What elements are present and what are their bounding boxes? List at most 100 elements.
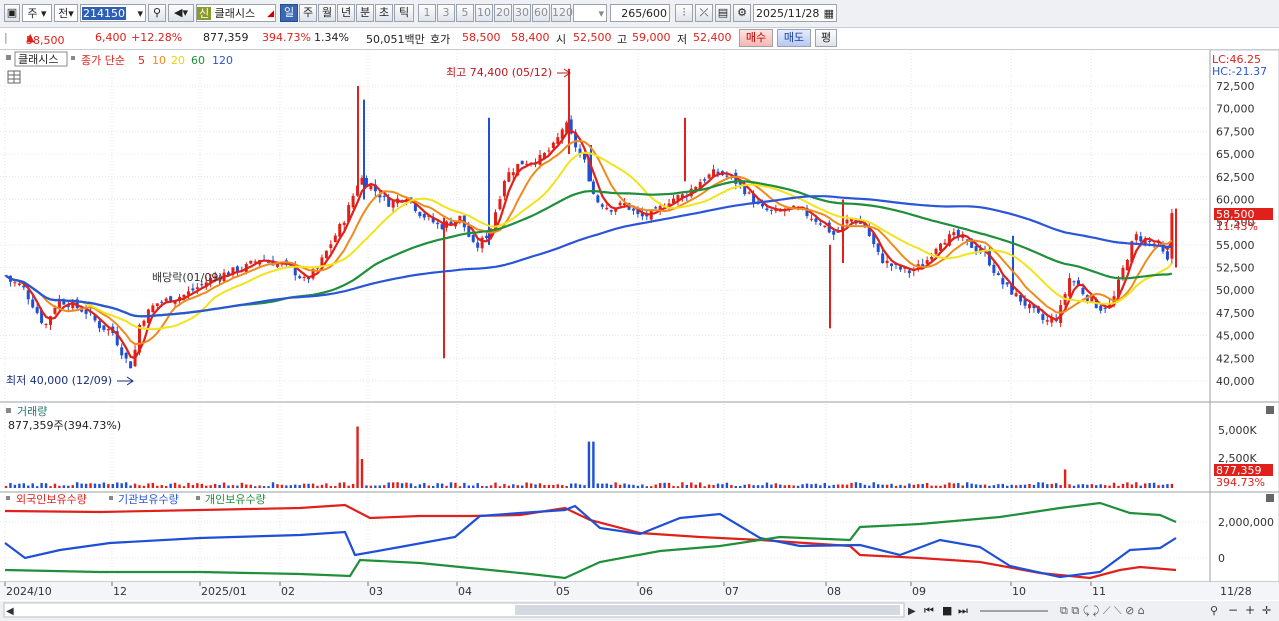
interval-5[interactable]: 5 bbox=[456, 4, 474, 22]
zoom-in-icon[interactable]: + bbox=[1245, 603, 1255, 617]
window-icon[interactable]: ▣ bbox=[4, 4, 20, 22]
candle-body bbox=[605, 207, 609, 210]
volume-bar bbox=[792, 485, 795, 488]
volume-bar bbox=[218, 484, 221, 488]
scroll-thumb[interactable] bbox=[515, 605, 900, 615]
date-field[interactable]: 2025/11/28 ▦ bbox=[753, 4, 837, 22]
price-tick: 52,500 bbox=[1216, 262, 1255, 275]
volume-current-pct: 394.73% bbox=[1216, 476, 1265, 489]
forward-icon[interactable]: ⏭ bbox=[958, 604, 968, 617]
volume-bar bbox=[213, 483, 217, 488]
legend-institution[interactable]: 기관보유수량 bbox=[118, 493, 179, 506]
volume-bar bbox=[823, 482, 826, 488]
candle-body bbox=[1165, 251, 1169, 260]
eval-button[interactable]: 평 bbox=[815, 29, 837, 47]
buy-button[interactable]: 매수 bbox=[739, 29, 773, 47]
volume-bar bbox=[636, 485, 640, 488]
x-axis-label: 02 bbox=[281, 585, 295, 598]
candle-body bbox=[191, 288, 195, 291]
volume-bar bbox=[338, 482, 341, 488]
volume-bar bbox=[828, 485, 831, 488]
interval-60[interactable]: 60 bbox=[532, 4, 550, 22]
save-icon[interactable]: ▤ bbox=[715, 4, 731, 22]
legend-individual[interactable]: 개인보유수량 bbox=[205, 493, 266, 506]
volume-bar bbox=[868, 485, 871, 488]
volume-bar bbox=[1028, 483, 1031, 488]
ma20-label[interactable]: 20 bbox=[171, 54, 185, 67]
candle-body bbox=[120, 347, 124, 356]
volume-bar bbox=[187, 482, 190, 488]
candle-body bbox=[618, 202, 622, 206]
tab-week[interactable]: 주 bbox=[299, 4, 317, 22]
interval-20[interactable]: 20 bbox=[494, 4, 512, 22]
count-field[interactable]: 265/600 bbox=[610, 4, 670, 22]
period-select[interactable]: 주 ▾ bbox=[22, 4, 52, 22]
holdings-marker-icon bbox=[6, 496, 10, 500]
volume-bar bbox=[1010, 484, 1013, 488]
ma10-label[interactable]: 10 bbox=[152, 54, 166, 67]
scroll-right-icon[interactable]: ▶ bbox=[908, 606, 916, 617]
volume-bar bbox=[1103, 485, 1107, 488]
tab-minute[interactable]: 분 bbox=[356, 4, 374, 22]
volume-bar bbox=[730, 485, 733, 488]
interval-10[interactable]: 10 bbox=[475, 4, 493, 22]
ma60-label[interactable]: 60 bbox=[191, 54, 205, 67]
volume-bar bbox=[116, 482, 119, 488]
price-tick: 47,500 bbox=[1216, 307, 1255, 320]
legend-foreign[interactable]: 외국인보유수량 bbox=[16, 493, 87, 506]
speaker-icon[interactable]: ◀▾ bbox=[168, 4, 194, 22]
volume-bar bbox=[1095, 485, 1098, 488]
holdings-panel-close-icon[interactable] bbox=[1266, 494, 1274, 502]
ma-title: 종가 단순 bbox=[81, 54, 125, 67]
zoom-icon[interactable]: ⚲ bbox=[1210, 604, 1218, 617]
search-icon[interactable]: ⚲ bbox=[148, 4, 166, 22]
calendar-icon[interactable]: ▦ bbox=[824, 5, 834, 23]
interval-3[interactable]: 3 bbox=[437, 4, 455, 22]
tab-month[interactable]: 월 bbox=[318, 4, 336, 22]
scroll-left-icon[interactable]: ◀ bbox=[6, 606, 14, 617]
ma120-label[interactable]: 120 bbox=[212, 54, 233, 67]
prev-select[interactable]: 전▾ bbox=[54, 4, 78, 22]
tab-day[interactable]: 일 bbox=[280, 4, 298, 22]
tool-icons[interactable]: ⧉ ⧉ ⤹ ⤸ ⟋ ⟍ ⊘ ⌂ bbox=[1060, 604, 1145, 617]
volume-bar bbox=[191, 485, 195, 488]
candle-body bbox=[155, 303, 159, 306]
zoom-out-icon[interactable]: − bbox=[1228, 603, 1238, 617]
volume-bar bbox=[810, 484, 813, 488]
interval-30[interactable]: 30 bbox=[513, 4, 531, 22]
candle-body bbox=[1134, 234, 1138, 241]
custom-interval-select[interactable]: ▾ bbox=[573, 4, 607, 22]
candle-type-icon[interactable]: ⫶ bbox=[675, 4, 693, 22]
code-input[interactable]: 214150 ▾ bbox=[80, 4, 146, 22]
volume-bar bbox=[156, 485, 159, 488]
volume-bar bbox=[387, 482, 390, 488]
volume-bar bbox=[1157, 485, 1160, 488]
ma5-label[interactable]: 5 bbox=[138, 54, 145, 67]
volume-bar bbox=[569, 483, 573, 488]
volume-panel-close-icon[interactable] bbox=[1266, 406, 1274, 414]
candle-body bbox=[952, 232, 956, 236]
volume-bar bbox=[1135, 482, 1138, 488]
volume-bar bbox=[556, 484, 559, 488]
volume-bar bbox=[294, 484, 297, 488]
gear-icon[interactable]: ⚙ bbox=[733, 4, 751, 22]
high-label: 고 bbox=[617, 33, 628, 46]
interval-1[interactable]: 1 bbox=[418, 4, 436, 22]
volume-bar bbox=[236, 485, 239, 488]
volume-bar bbox=[805, 483, 809, 488]
rewind-icon[interactable]: ⏮ bbox=[924, 604, 934, 617]
volume-bar bbox=[912, 484, 915, 488]
tab-tick[interactable]: 틱 bbox=[394, 4, 414, 22]
dividend-note: 배당락(01/09) bbox=[152, 271, 223, 284]
compare-icon[interactable]: ⤫ bbox=[695, 4, 713, 22]
volume-bar bbox=[356, 426, 359, 488]
tab-second[interactable]: 초 bbox=[375, 4, 393, 22]
stock-name-field[interactable]: 신 클래시스 ◢ bbox=[196, 4, 276, 22]
tab-year[interactable]: 년 bbox=[337, 4, 355, 22]
stop-icon[interactable]: ■ bbox=[942, 604, 952, 617]
volume-bar bbox=[98, 483, 101, 488]
crosshair-icon[interactable]: ✛ bbox=[1262, 604, 1271, 617]
candle-body bbox=[814, 218, 818, 222]
interval-120[interactable]: 120 bbox=[551, 4, 573, 22]
sell-button[interactable]: 매도 bbox=[777, 29, 811, 47]
